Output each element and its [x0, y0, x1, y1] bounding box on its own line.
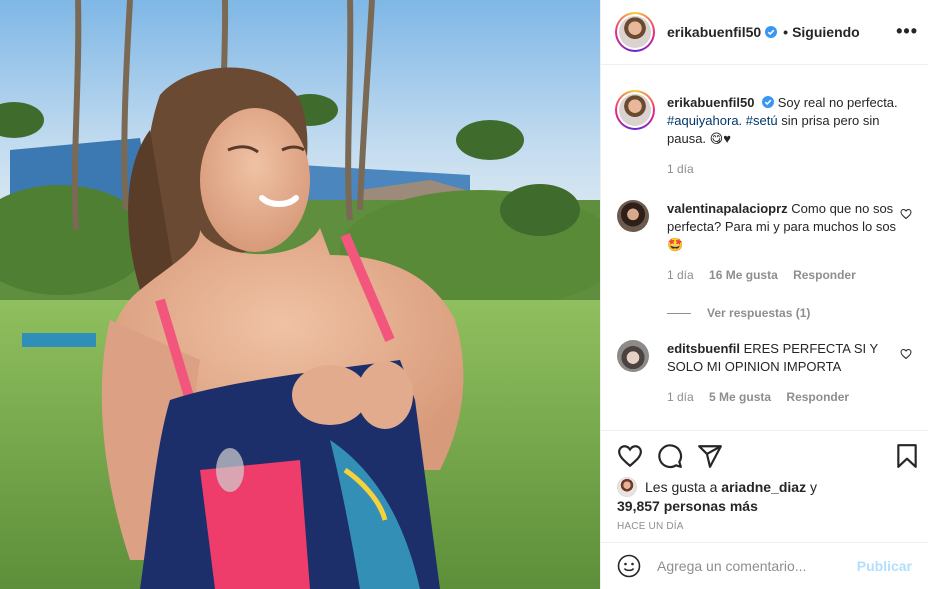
- view-replies-label: Ver respuestas (1): [707, 306, 811, 320]
- hashtag-aquiyahora[interactable]: #aquiyahora.: [667, 113, 742, 128]
- likes-conj: y: [810, 479, 817, 495]
- verified-badge-icon: [765, 26, 778, 38]
- following-button[interactable]: Siguiendo: [792, 24, 860, 40]
- post-photo[interactable]: [0, 0, 600, 589]
- more-options-icon[interactable]: •••: [896, 22, 918, 40]
- comment-time[interactable]: 1 día: [667, 268, 694, 282]
- caption-emoji: 😋♥: [709, 131, 731, 146]
- post-side-panel: erikabuenfil50 • Siguiendo ••• erikabuen…: [600, 0, 928, 589]
- replies-divider: [667, 312, 691, 314]
- liker-avatar[interactable]: [617, 477, 637, 497]
- hashtag-setu[interactable]: #setú: [746, 113, 778, 128]
- reply-button[interactable]: Responder: [786, 390, 849, 404]
- comment-item: valentinapalacioprz Como que no sos perf…: [617, 200, 912, 320]
- comment-likes[interactable]: 16 Me gusta: [709, 268, 778, 282]
- author-username[interactable]: erikabuenfil50: [667, 24, 761, 40]
- comments-list[interactable]: erikabuenfil50 Soy real no perfecta. #aq…: [601, 66, 928, 430]
- smiley-icon[interactable]: [617, 554, 641, 578]
- heart-icon[interactable]: [900, 348, 912, 360]
- comment-time[interactable]: 1 día: [667, 390, 694, 404]
- separator-dot: •: [783, 24, 789, 40]
- share-icon[interactable]: [697, 443, 723, 469]
- post-header: erikabuenfil50 • Siguiendo •••: [601, 0, 928, 65]
- caption: erikabuenfil50 Soy real no perfecta. #aq…: [615, 90, 912, 176]
- likes-prefix: Les gusta a: [645, 479, 718, 495]
- comment-avatar[interactable]: [617, 340, 649, 372]
- comment-username[interactable]: editsbuenfil: [667, 341, 740, 356]
- comment-input[interactable]: Agrega un comentario...: [657, 558, 857, 574]
- add-comment-bar: Agrega un comentario... Publicar: [601, 542, 928, 589]
- comment-icon[interactable]: [657, 443, 683, 469]
- comment-likes[interactable]: 5 Me gusta: [709, 390, 771, 404]
- heart-icon[interactable]: [617, 443, 643, 469]
- post-timestamp[interactable]: Hace un día: [617, 521, 684, 532]
- post-actions: Les gusta a ariadne_diaz y 39,857 person…: [601, 430, 928, 542]
- caption-text: Soy real no perfecta.: [777, 95, 898, 110]
- publish-button[interactable]: Publicar: [857, 558, 912, 574]
- comment-avatar[interactable]: [617, 200, 649, 232]
- caption-avatar[interactable]: [615, 90, 655, 130]
- caption-time[interactable]: 1 día: [667, 162, 694, 176]
- author-avatar[interactable]: [615, 12, 655, 52]
- liker-username[interactable]: ariadne_diaz: [721, 479, 806, 495]
- bookmark-icon[interactable]: [894, 443, 920, 469]
- verified-badge-icon: [762, 96, 775, 108]
- heart-icon[interactable]: [900, 208, 912, 220]
- likes-summary: Les gusta a ariadne_diaz y 39,857 person…: [617, 477, 912, 515]
- reply-button[interactable]: Responder: [793, 268, 856, 282]
- comment-username[interactable]: valentinapalacioprz: [667, 201, 788, 216]
- likes-count[interactable]: 39,857 personas más: [617, 498, 758, 514]
- comment-item: editsbuenfil ERES PERFECTA SI Y SOLO MI …: [617, 340, 912, 404]
- caption-username[interactable]: erikabuenfil50: [667, 95, 754, 110]
- view-replies-button[interactable]: Ver respuestas (1): [667, 306, 912, 320]
